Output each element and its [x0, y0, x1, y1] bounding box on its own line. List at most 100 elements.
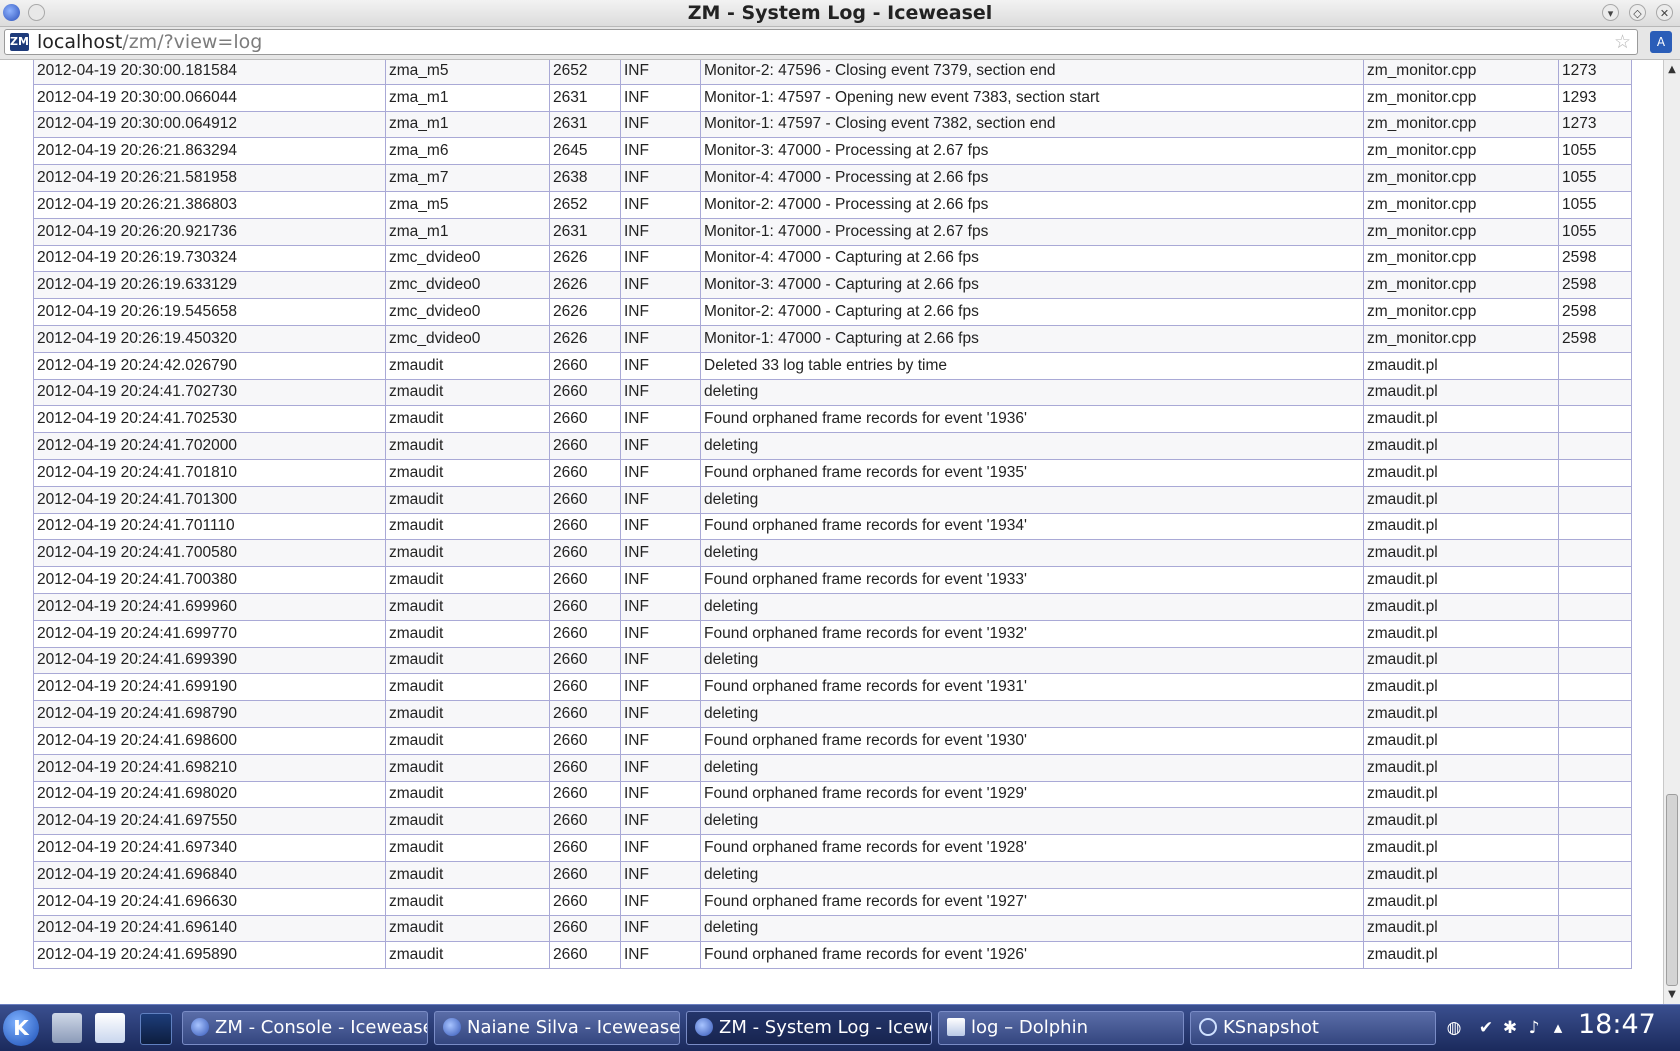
log-line-cell [1558, 566, 1632, 594]
network-globe-icon[interactable]: ◍ [1444, 1018, 1464, 1038]
site-favicon-icon: ZM [10, 33, 29, 51]
log-component-cell: zma_m6 [385, 137, 550, 166]
log-component-cell: zmaudit [385, 432, 550, 460]
log-level-cell: INF [620, 244, 701, 273]
log-line-cell: 2598 [1558, 298, 1632, 326]
log-level-cell: INF [620, 646, 701, 675]
log-line-cell [1558, 405, 1632, 434]
log-pid-cell: 2660 [549, 887, 621, 916]
log-component-cell: zmaudit [385, 780, 550, 809]
task-dolphin-log[interactable]: log – Dolphin [938, 1011, 1184, 1045]
task-label: ZM - System Log - Iceweasel [719, 1017, 931, 1038]
log-file-cell: zm_monitor.cpp [1363, 244, 1559, 273]
file-manager-launcher-icon[interactable] [52, 1013, 82, 1043]
table-row: 2012-04-19 20:30:00.181584 zma_m5 2652 INF M… [33, 60, 1632, 85]
close-button[interactable]: ✕ [1656, 4, 1673, 21]
log-message-cell: Found orphaned frame records for event '… [700, 512, 1364, 541]
table-row: 2012-04-19 20:26:20.921736 zma_m1 2631 INF M… [33, 217, 1632, 246]
dropdown-arrow-icon[interactable]: ▴ [1548, 1018, 1568, 1038]
log-line-cell [1558, 780, 1632, 809]
log-time-cell: 2012-04-19 20:30:00.066044 [33, 83, 386, 112]
log-message-cell: Monitor-3: 47000 - Capturing at 2.66 fps [700, 271, 1364, 300]
desktop-pager-icon[interactable] [140, 1013, 172, 1045]
log-component-cell: zmaudit [385, 700, 550, 728]
addon-icon[interactable]: A [1650, 31, 1672, 53]
log-line-cell [1558, 834, 1632, 862]
log-message-cell: deleting [700, 860, 1364, 889]
log-line-cell: 1055 [1558, 217, 1632, 246]
log-time-cell: 2012-04-19 20:26:19.730324 [33, 244, 386, 273]
volume-icon[interactable]: ♪ [1524, 1018, 1544, 1038]
log-line-cell: 1055 [1558, 164, 1632, 192]
task-ksnapshot[interactable]: KSnapshot [1190, 1011, 1436, 1045]
log-time-cell: 2012-04-19 20:30:00.181584 [33, 60, 386, 85]
log-message-cell: Monitor-2: 47000 - Capturing at 2.66 fps [700, 298, 1364, 326]
log-line-cell [1558, 458, 1632, 487]
log-level-cell: INF [620, 780, 701, 809]
bookmark-star-icon[interactable]: ☆ [1614, 31, 1631, 53]
document-launcher-icon[interactable] [95, 1013, 125, 1043]
log-time-cell: 2012-04-19 20:26:21.581958 [33, 164, 386, 192]
task-label: log – Dolphin [971, 1017, 1088, 1038]
task-zm-console[interactable]: ZM - Console - Iceweasel [182, 1011, 428, 1045]
bluetooth-icon[interactable]: ✱ [1500, 1018, 1520, 1038]
clock[interactable]: 18:47 [1578, 1009, 1656, 1040]
minimize-button[interactable]: ▾ [1602, 4, 1619, 21]
log-level-cell: INF [620, 834, 701, 862]
log-level-cell: INF [620, 217, 701, 246]
log-message-cell: Deleted 33 log table entries by time [700, 351, 1364, 380]
log-line-cell [1558, 941, 1632, 970]
scroll-down-arrow-icon[interactable]: ▼ [1664, 987, 1680, 1002]
log-time-cell: 2012-04-19 20:24:41.702000 [33, 432, 386, 460]
k-menu-icon[interactable]: K [3, 1010, 39, 1046]
log-component-cell: zmaudit [385, 887, 550, 916]
log-pid-cell: 2638 [549, 164, 621, 192]
log-time-cell: 2012-04-19 20:24:41.700380 [33, 566, 386, 594]
log-level-cell: INF [620, 137, 701, 166]
scroll-up-arrow-icon[interactable]: ▲ [1664, 62, 1680, 77]
log-file-cell: zm_monitor.cpp [1363, 110, 1559, 139]
log-component-cell: zmc_dvideo0 [385, 324, 550, 353]
taskbar: K ZM - Console - Iceweasel Naiane Silva … [0, 1004, 1680, 1051]
log-level-cell: INF [620, 566, 701, 594]
log-line-cell [1558, 807, 1632, 836]
log-file-cell: zmaudit.pl [1363, 485, 1559, 514]
log-time-cell: 2012-04-19 20:24:41.697340 [33, 834, 386, 862]
table-row: 2012-04-19 20:24:41.702530 zmaudit 2660 INF… [33, 405, 1632, 434]
update-check-icon[interactable]: ✔ [1476, 1018, 1496, 1038]
task-naiane-silva[interactable]: Naiane Silva - Iceweasel [434, 1011, 680, 1045]
log-time-cell: 2012-04-19 20:24:41.701300 [33, 485, 386, 514]
table-row: 2012-04-19 20:24:41.699960 zmaudit 2660 INF… [33, 592, 1632, 621]
task-zm-system-log[interactable]: ZM - System Log - Iceweasel [686, 1011, 932, 1045]
maximize-button[interactable]: ◇ [1629, 4, 1646, 21]
log-pid-cell: 2626 [549, 324, 621, 353]
log-pid-cell: 2660 [549, 780, 621, 809]
scrollbar-thumb[interactable] [1666, 794, 1678, 986]
log-line-cell [1558, 673, 1632, 702]
log-message-cell: Monitor-4: 47000 - Capturing at 2.66 fps [700, 244, 1364, 273]
log-file-cell: zm_monitor.cpp [1363, 298, 1559, 326]
log-file-cell: zm_monitor.cpp [1363, 271, 1559, 300]
log-message-cell: Found orphaned frame records for event '… [700, 405, 1364, 434]
log-message-cell: Monitor-1: 47597 - Opening new event 738… [700, 83, 1364, 112]
log-line-cell: 2598 [1558, 271, 1632, 300]
url-bar[interactable]: ZM localhost/zm/?view=log ☆ [4, 29, 1638, 55]
log-line-cell: 2598 [1558, 324, 1632, 353]
window-titlebar: ZM - System Log - Iceweasel ▾ ◇ ✕ [0, 0, 1680, 27]
log-component-cell: zma_m1 [385, 83, 550, 112]
log-time-cell: 2012-04-19 20:26:19.633129 [33, 271, 386, 300]
log-level-cell: INF [620, 512, 701, 541]
log-time-cell: 2012-04-19 20:24:41.702730 [33, 378, 386, 407]
log-file-cell: zmaudit.pl [1363, 860, 1559, 889]
log-component-cell: zmaudit [385, 539, 550, 568]
vertical-scrollbar[interactable]: ▲ ▼ [1663, 60, 1680, 1004]
url-text[interactable]: localhost/zm/?view=log [37, 31, 262, 53]
log-level-cell: INF [620, 351, 701, 380]
log-level-cell: INF [620, 458, 701, 487]
log-level-cell: INF [620, 726, 701, 755]
log-file-cell: zmaudit.pl [1363, 700, 1559, 728]
log-level-cell: INF [620, 164, 701, 192]
log-line-cell: 1273 [1558, 110, 1632, 139]
navigation-toolbar: ZM localhost/zm/?view=log ☆ A [0, 27, 1680, 60]
table-row: 2012-04-19 20:26:19.450320 zmc_dvideo0 262… [33, 324, 1632, 353]
